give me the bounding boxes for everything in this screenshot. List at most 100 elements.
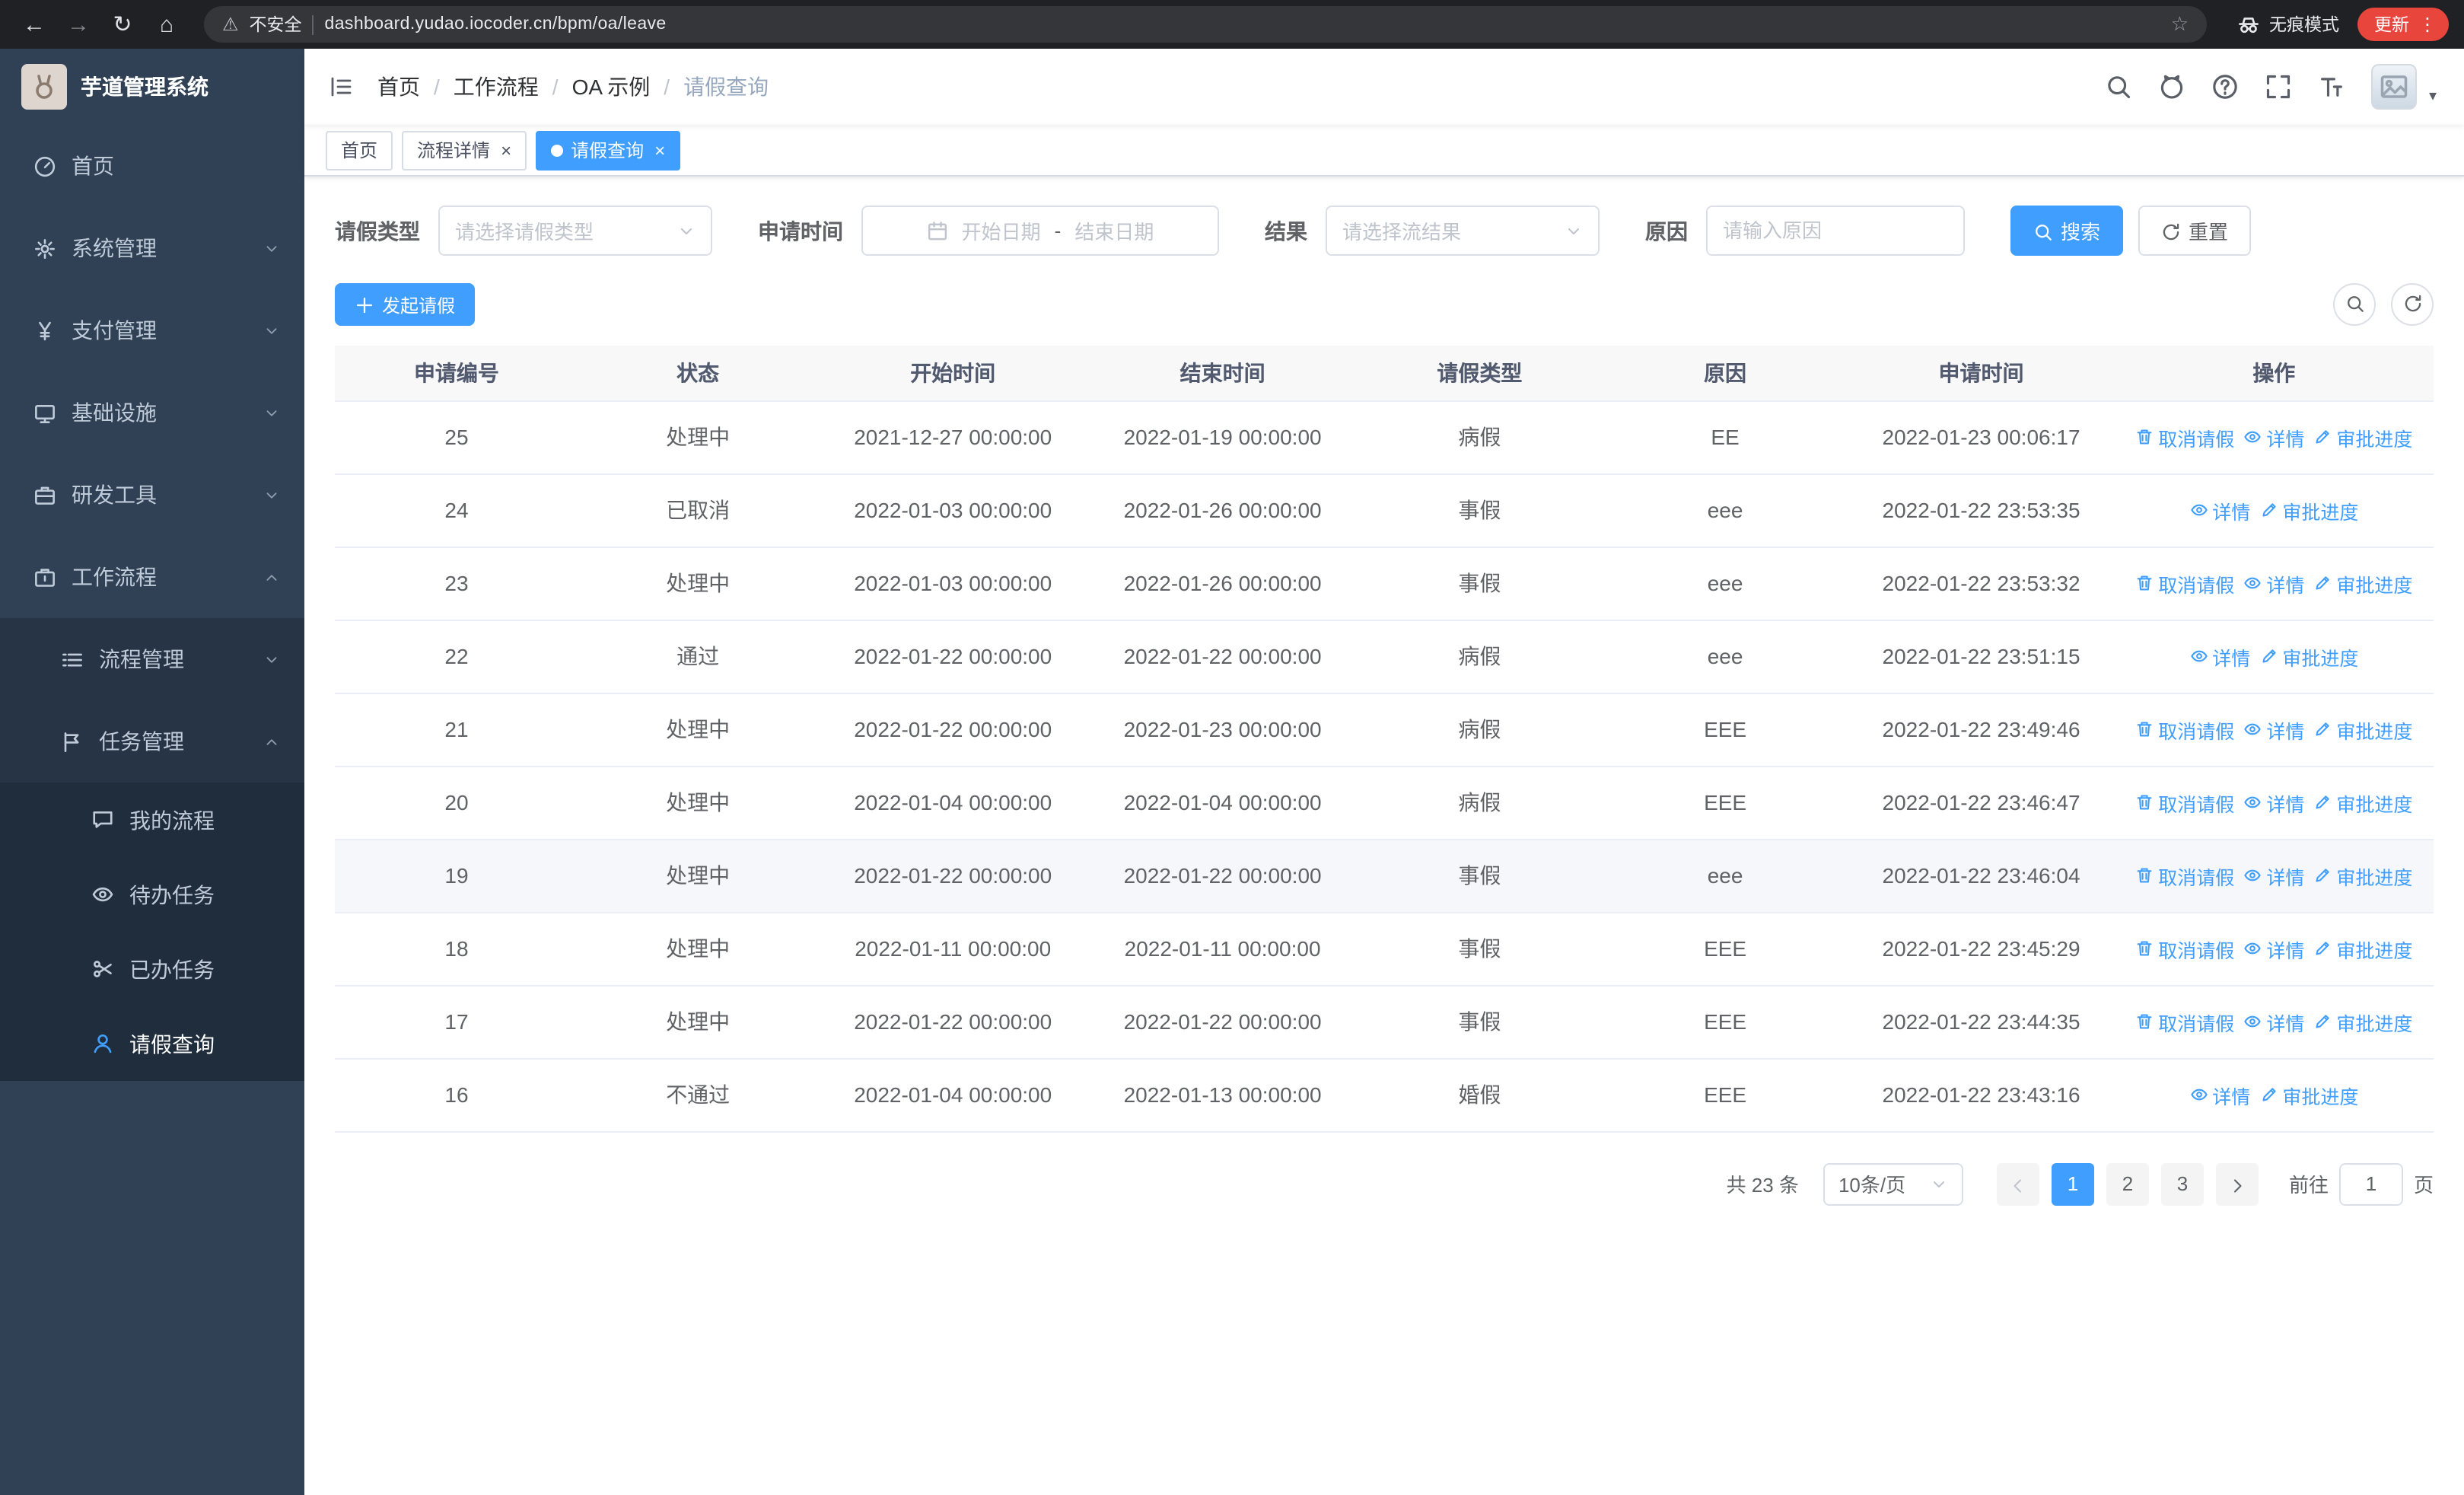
breadcrumb-item-2[interactable]: OA 示例: [572, 72, 651, 102]
detail-link[interactable]: 详情: [2243, 1007, 2304, 1036]
gauge-icon: [33, 155, 56, 177]
cell-leave_type: 事假: [1357, 547, 1603, 620]
calendar-icon: [927, 220, 948, 241]
cancel-leave-link[interactable]: 取消请假: [2135, 715, 2234, 744]
question-icon[interactable]: [2211, 73, 2239, 100]
create-leave-button[interactable]: 发起请假: [335, 283, 476, 326]
sidebar-item-label: 待办任务: [129, 882, 215, 907]
column-header-1: 状态: [578, 346, 818, 401]
browser-menu-dots-icon[interactable]: ⋮: [2414, 14, 2441, 35]
detail-link[interactable]: 详情: [2189, 496, 2250, 524]
search-button[interactable]: 搜索: [2010, 206, 2124, 256]
cell-reason: eee: [1602, 839, 1848, 913]
sidebar-item-9[interactable]: 待办任务: [0, 857, 304, 932]
progress-link[interactable]: 审批进度: [2313, 569, 2412, 598]
detail-link[interactable]: 详情: [2243, 788, 2304, 817]
sidebar-item-11[interactable]: 请假查询: [0, 1006, 304, 1081]
cancel-leave-link[interactable]: 取消请假: [2135, 788, 2234, 817]
page-size-select[interactable]: 10条/页: [1823, 1162, 1963, 1205]
header-search-icon[interactable]: [2105, 73, 2132, 100]
start-date-placeholder: 开始日期: [961, 221, 1041, 244]
back-icon[interactable]: ←: [15, 5, 53, 43]
leave-type-placeholder: 请选择请假类型: [455, 221, 594, 244]
page-button-2[interactable]: 2: [2106, 1162, 2149, 1205]
reload-icon[interactable]: ↻: [103, 5, 142, 43]
detail-link[interactable]: 详情: [2243, 934, 2304, 963]
total-count: 共 23 条: [1726, 1174, 1799, 1197]
sidebar-item-7[interactable]: 任务管理: [0, 700, 304, 783]
fullscreen-icon[interactable]: [2265, 73, 2292, 100]
tab-2[interactable]: 请假查询 ×: [536, 130, 681, 170]
sidebar-item-10[interactable]: 已办任务: [0, 932, 304, 1006]
prev-page-button[interactable]: [1996, 1162, 2039, 1205]
sidebar-item-1[interactable]: 系统管理: [0, 207, 304, 289]
result-label: 结果: [1265, 218, 1307, 243]
date-range-picker[interactable]: 开始日期 - 结束日期: [861, 206, 1219, 256]
progress-link[interactable]: 审批进度: [2313, 715, 2412, 744]
goto-page-input[interactable]: [2338, 1162, 2403, 1205]
progress-link[interactable]: 审批进度: [2259, 496, 2358, 524]
avatar[interactable]: [2370, 64, 2417, 110]
cell-reason: EEE: [1602, 766, 1848, 840]
progress-link[interactable]: 审批进度: [2313, 1007, 2412, 1036]
update-button[interactable]: 更新 ⋮: [2357, 8, 2449, 41]
leave-type-select[interactable]: 请选择请假类型: [438, 206, 712, 256]
cell-start_time: 2022-01-04 00:00:00: [817, 766, 1089, 840]
avatar-caret-down-icon[interactable]: ▾: [2429, 88, 2437, 110]
breadcrumb-item-0[interactable]: 首页: [377, 72, 420, 102]
address-bar[interactable]: ⚠ 不安全 dashboard.yudao.iocoder.cn/bpm/oa/…: [204, 6, 2207, 43]
detail-link[interactable]: 详情: [2243, 422, 2304, 451]
sidebar-toggle-icon[interactable]: [329, 73, 356, 100]
progress-link[interactable]: 审批进度: [2259, 1080, 2358, 1109]
cancel-leave-link[interactable]: 取消请假: [2135, 1007, 2234, 1036]
progress-link[interactable]: 审批进度: [2313, 861, 2412, 890]
close-icon[interactable]: ×: [654, 139, 665, 161]
cell-id: 18: [335, 912, 578, 986]
sidebar-item-0[interactable]: 首页: [0, 125, 304, 207]
sidebar-item-6[interactable]: 流程管理: [0, 618, 304, 700]
cancel-leave-link[interactable]: 取消请假: [2135, 934, 2234, 963]
topbar-actions: ▾: [2105, 64, 2437, 110]
reset-button[interactable]: 重置: [2138, 206, 2252, 256]
table-search-toggle-button[interactable]: [2333, 283, 2376, 326]
cancel-leave-link[interactable]: 取消请假: [2135, 569, 2234, 598]
chevron-up-icon: [263, 569, 280, 585]
column-header-4: 请假类型: [1357, 346, 1603, 401]
forward-icon[interactable]: →: [59, 5, 97, 43]
sidebar-item-4[interactable]: 研发工具: [0, 454, 304, 536]
progress-link[interactable]: 审批进度: [2313, 788, 2412, 817]
page-button-1[interactable]: 1: [2051, 1162, 2094, 1205]
sidebar-item-8[interactable]: 我的流程: [0, 783, 304, 857]
github-icon[interactable]: [2158, 73, 2185, 100]
home-icon[interactable]: ⌂: [148, 5, 186, 43]
breadcrumb-item-1[interactable]: 工作流程: [454, 72, 539, 102]
progress-link[interactable]: 审批进度: [2259, 642, 2358, 671]
close-icon[interactable]: ×: [501, 139, 511, 161]
cancel-leave-link[interactable]: 取消请假: [2135, 422, 2234, 451]
detail-link[interactable]: 详情: [2243, 569, 2304, 598]
result-select[interactable]: 请选择流结果: [1326, 206, 1600, 256]
tab-label: 请假查询: [571, 140, 645, 161]
tab-0[interactable]: 首页: [326, 130, 393, 170]
edit-icon: [2259, 1085, 2278, 1104]
detail-label: 详情: [2266, 940, 2305, 961]
sidebar-item-3[interactable]: 基础设施: [0, 371, 304, 454]
cancel-leave-link[interactable]: 取消请假: [2135, 861, 2234, 890]
sidebar-item-2[interactable]: 支付管理: [0, 289, 304, 371]
font-size-icon[interactable]: [2318, 73, 2345, 100]
next-page-button[interactable]: [2215, 1162, 2259, 1205]
detail-link[interactable]: 详情: [2243, 861, 2304, 890]
detail-link[interactable]: 详情: [2189, 1080, 2250, 1109]
detail-link[interactable]: 详情: [2189, 642, 2250, 671]
page-button-3[interactable]: 3: [2160, 1162, 2204, 1205]
detail-link[interactable]: 详情: [2243, 715, 2304, 744]
progress-link[interactable]: 审批进度: [2313, 422, 2412, 451]
tab-1[interactable]: 流程详情 ×: [402, 130, 527, 170]
reason-input[interactable]: [1723, 219, 1948, 242]
sidebar-item-5[interactable]: 工作流程: [0, 536, 304, 618]
table-tools: [2333, 283, 2434, 326]
table-refresh-button[interactable]: [2391, 283, 2434, 326]
bookmark-star-icon[interactable]: ☆: [2171, 12, 2189, 37]
progress-link[interactable]: 审批进度: [2313, 934, 2412, 963]
logo-row[interactable]: 芋道管理系统: [0, 49, 304, 125]
